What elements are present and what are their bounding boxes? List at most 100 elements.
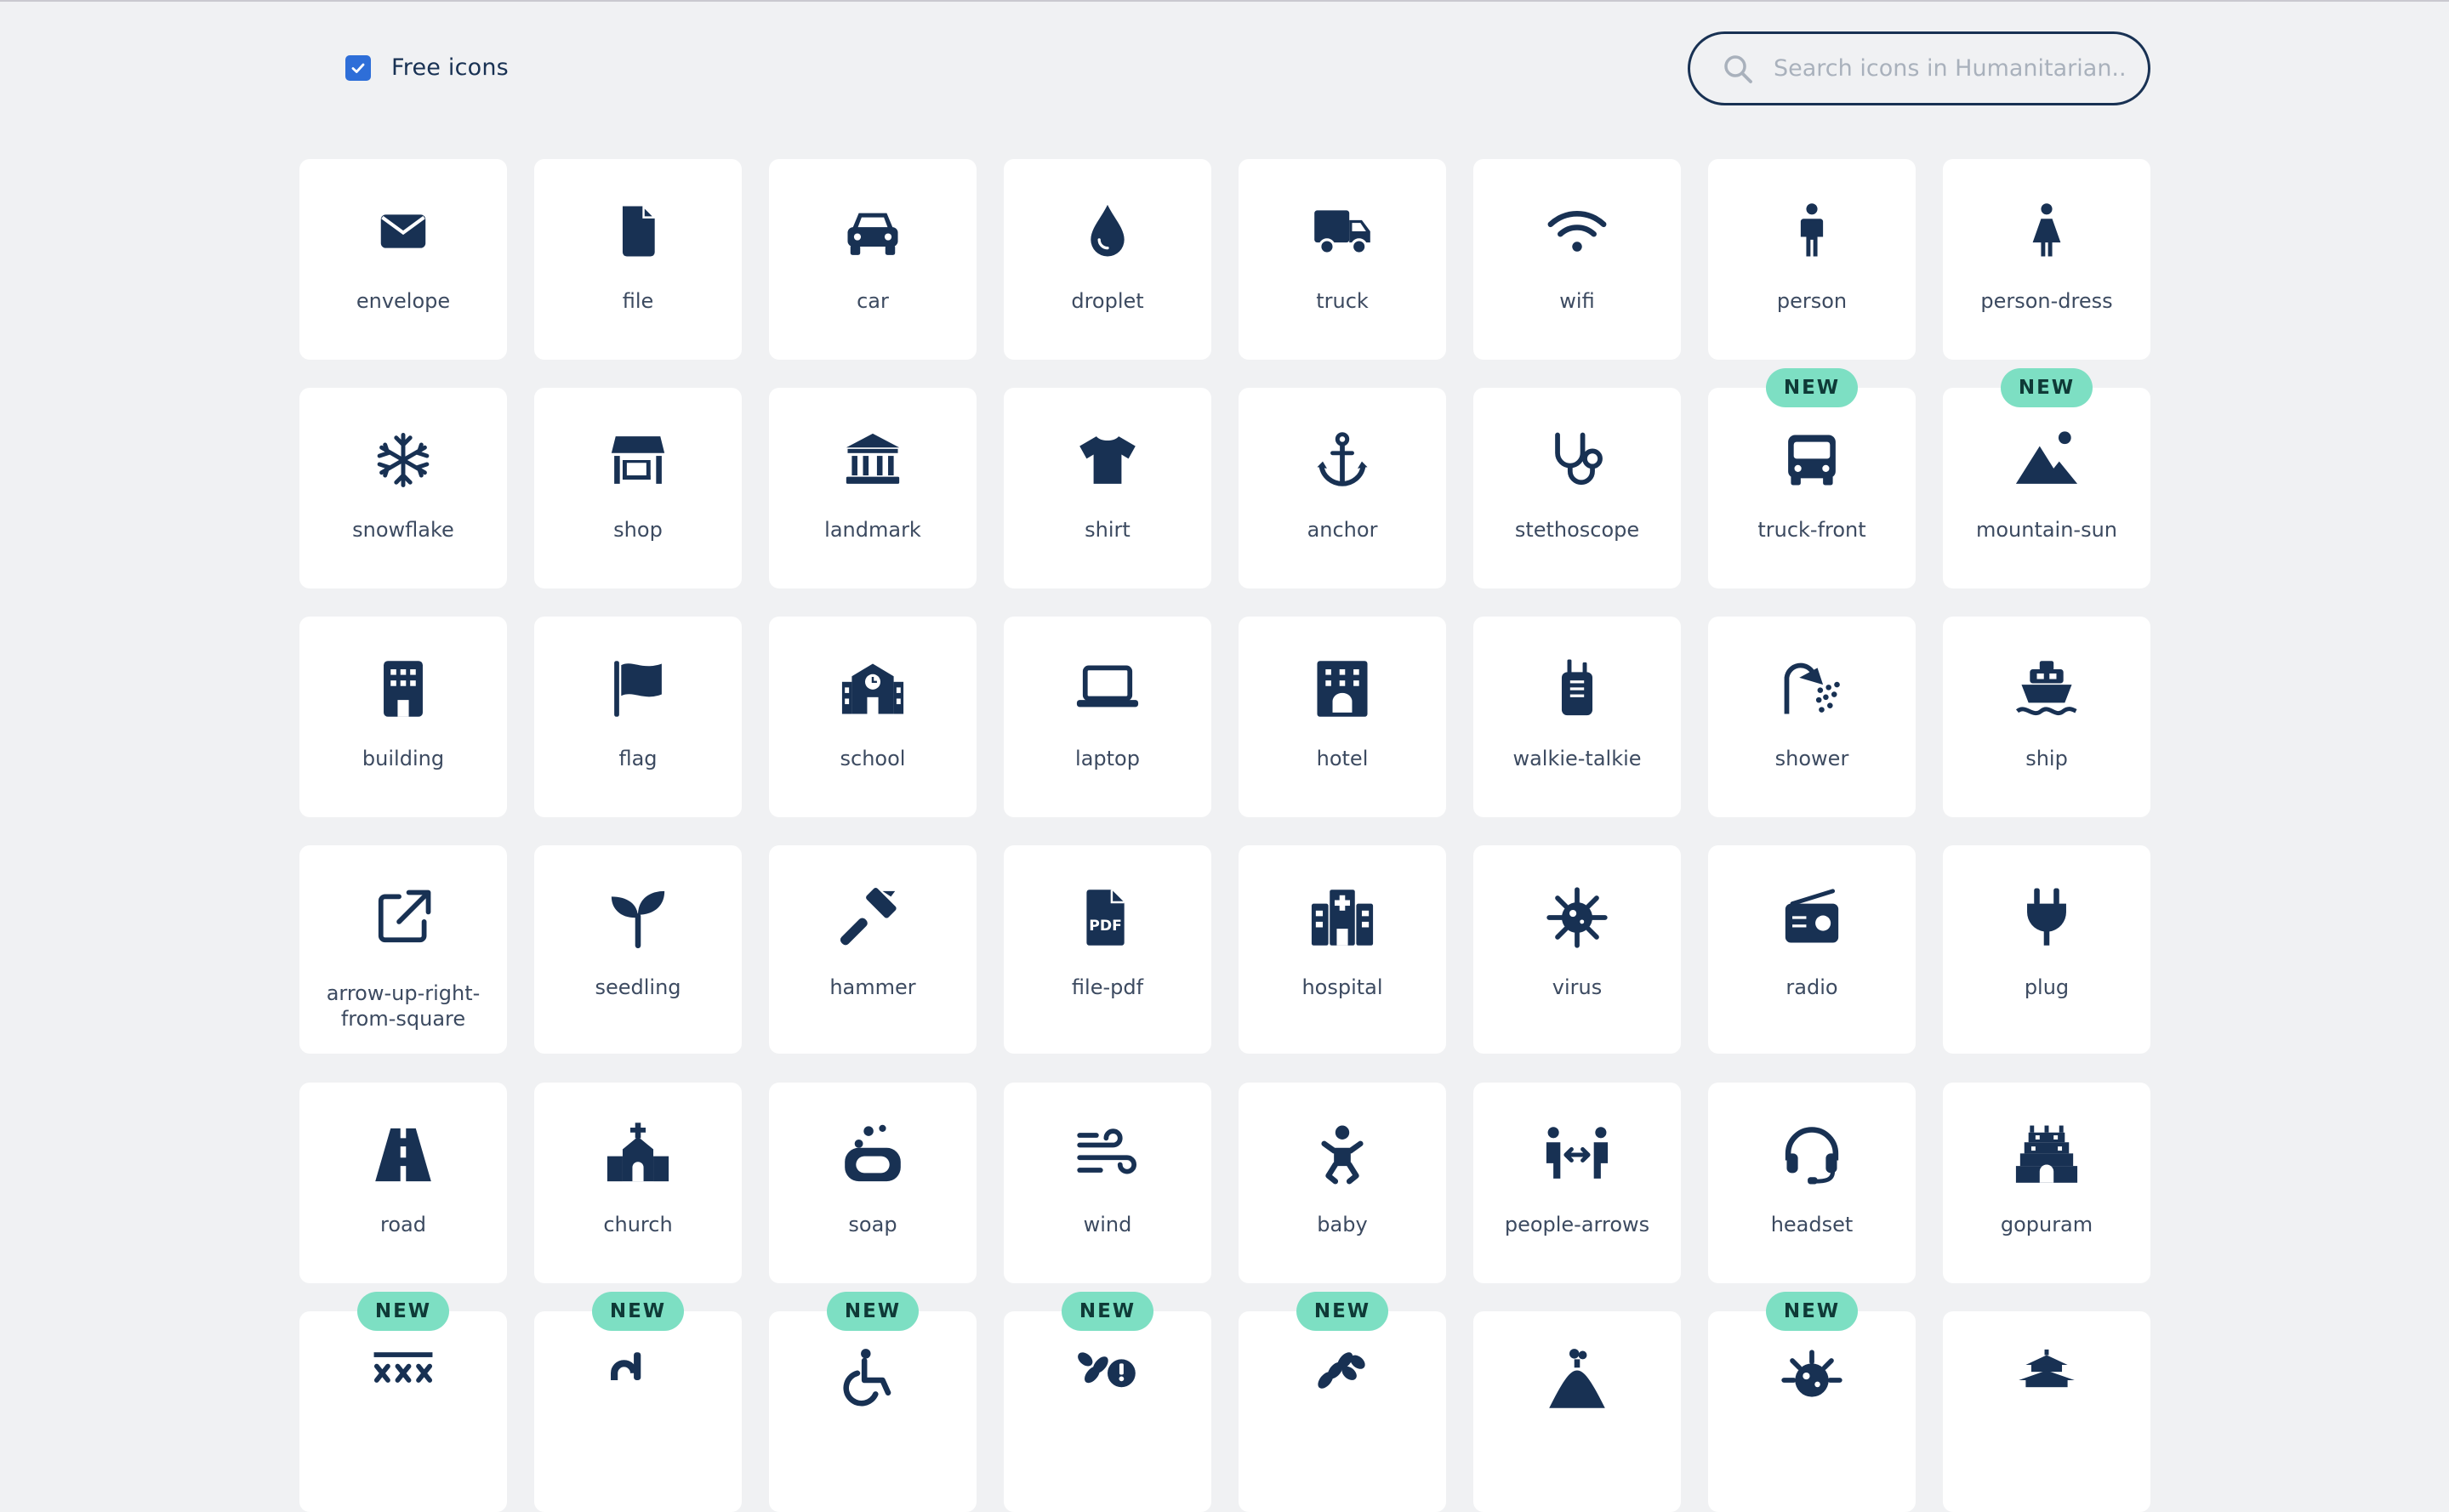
icon-tile-school[interactable]: school xyxy=(769,617,977,817)
icon-tile-person-dress[interactable]: person-dress xyxy=(1943,159,2150,360)
icon-tile-wheat-awn[interactable] xyxy=(1239,1311,1446,1512)
icon-tile-walkie-talkie[interactable]: walkie-talkie xyxy=(1473,617,1681,817)
icon-tile-truck[interactable]: truck xyxy=(1239,159,1446,360)
icon-tile-person-wheelchair[interactable] xyxy=(769,1311,977,1512)
landmark-icon xyxy=(769,425,977,495)
icon-tile-gopuram[interactable]: gopuram xyxy=(1943,1083,2150,1283)
icon-tile-shop[interactable]: shop xyxy=(534,388,742,588)
droplet-icon xyxy=(1004,196,1211,266)
new-badge: NEW xyxy=(1766,1292,1858,1331)
icon-tile-wheat-awn-exclamation[interactable] xyxy=(1004,1311,1211,1512)
shirt-icon xyxy=(1004,425,1211,495)
icon-tile-wifi[interactable]: wifi xyxy=(1473,159,1681,360)
icon-tile-wind[interactable]: wind xyxy=(1004,1083,1211,1283)
building-icon xyxy=(299,654,507,724)
icon-label: mountain-sun xyxy=(1975,518,2118,542)
icon-tile-anchor[interactable]: anchor xyxy=(1239,388,1446,588)
icon-label: truck xyxy=(1316,289,1369,313)
icon-label: walkie-talkie xyxy=(1512,747,1642,770)
icon-tile-hammer[interactable]: hammer xyxy=(769,845,977,1054)
icon-tile-envelope[interactable]: envelope xyxy=(299,159,507,360)
wifi-icon xyxy=(1473,196,1681,266)
icon-label: soap xyxy=(848,1213,897,1236)
icon-tile-seedling[interactable]: seedling xyxy=(534,845,742,1054)
icon-label: person xyxy=(1776,289,1848,313)
icon-tile-people-arrows[interactable]: people-arrows xyxy=(1473,1083,1681,1283)
file-icon xyxy=(534,196,742,266)
icon-grid: envelope file car droplet truck wifi person per… xyxy=(0,0,2449,1512)
icon-label: people-arrows xyxy=(1504,1213,1650,1236)
virus-icon xyxy=(1473,883,1681,952)
icon-tile-plug[interactable]: plug xyxy=(1943,845,2150,1054)
icon-label: shower xyxy=(1774,747,1849,770)
mound-icon xyxy=(1473,1345,1681,1415)
icon-tile-car[interactable]: car xyxy=(769,159,977,360)
icon-tile-laptop[interactable]: laptop xyxy=(1004,617,1211,817)
icon-tile-flag[interactable]: flag xyxy=(534,617,742,817)
icon-tile-file[interactable]: file xyxy=(534,159,742,360)
new-badge: NEW xyxy=(1062,1292,1153,1331)
wheat-awn-exclamation-icon xyxy=(1004,1345,1211,1415)
ship-icon xyxy=(1943,654,2150,724)
truck-icon xyxy=(1239,196,1446,266)
icon-tile-virus[interactable]: virus xyxy=(1473,845,1681,1054)
icon-tile-road[interactable]: road xyxy=(299,1083,507,1283)
person-icon xyxy=(1708,196,1916,266)
icon-label: laptop xyxy=(1075,747,1140,770)
icon-tile-virus-covid[interactable] xyxy=(1708,1311,1916,1512)
icon-label: virus xyxy=(1552,975,1603,999)
icon-tile-mountain-sun[interactable]: mountain-sun xyxy=(1943,388,2150,588)
laptop-icon xyxy=(1004,654,1211,724)
icon-tile-soap[interactable]: soap xyxy=(769,1083,977,1283)
icon-tile-shirt[interactable]: shirt xyxy=(1004,388,1211,588)
arrow-up-right-from-square-icon xyxy=(299,883,507,952)
person-dress-icon xyxy=(1943,196,2150,266)
anchor-icon xyxy=(1239,425,1446,495)
icon-label: seedling xyxy=(595,975,681,999)
icon-tile-baby[interactable]: baby xyxy=(1239,1083,1446,1283)
icon-label: car xyxy=(857,289,889,313)
icon-tile-radio[interactable]: radio xyxy=(1708,845,1916,1054)
icon-label: stethoscope xyxy=(1514,518,1640,542)
baby-icon xyxy=(1239,1120,1446,1190)
icon-tile-truck-front[interactable]: truck-front xyxy=(1708,388,1916,588)
icon-tile-headset[interactable]: headset xyxy=(1708,1083,1916,1283)
mountain-sun-icon xyxy=(1943,425,2150,495)
icon-tile-stethoscope[interactable]: stethoscope xyxy=(1473,388,1681,588)
icon-tile-droplet[interactable]: droplet xyxy=(1004,159,1211,360)
icon-label: snowflake xyxy=(352,518,454,542)
icon-tile-snowflake[interactable]: snowflake xyxy=(299,388,507,588)
wheat-awn-icon xyxy=(1239,1345,1446,1415)
people-arrows-icon xyxy=(1473,1120,1681,1190)
icon-label: plug xyxy=(2024,975,2070,999)
icon-tile-faucet-drip[interactable] xyxy=(534,1311,742,1512)
icon-tile-mound[interactable] xyxy=(1473,1311,1681,1512)
icon-label: landmark xyxy=(824,518,921,542)
icon-tile-arrow-up-right-from-square[interactable]: arrow-up-right- from-square xyxy=(299,845,507,1054)
icon-tile-ship[interactable]: ship xyxy=(1943,617,2150,817)
icon-tile-person[interactable]: person xyxy=(1708,159,1916,360)
vihara-icon xyxy=(1943,1345,2150,1415)
icon-label: road xyxy=(380,1213,426,1236)
icon-tile-church[interactable]: church xyxy=(534,1083,742,1283)
icon-tile-road-barrier[interactable] xyxy=(299,1311,507,1512)
plug-icon xyxy=(1943,883,2150,952)
icon-tile-hotel[interactable]: hotel xyxy=(1239,617,1446,817)
icon-tile-hospital[interactable]: hospital xyxy=(1239,845,1446,1054)
icon-tile-shower[interactable]: shower xyxy=(1708,617,1916,817)
road-barrier-icon xyxy=(299,1345,507,1415)
icon-tile-building[interactable]: building xyxy=(299,617,507,817)
icon-label: person-dress xyxy=(1980,289,2113,313)
icon-label: headset xyxy=(1770,1213,1854,1236)
faucet-drip-icon xyxy=(534,1345,742,1415)
stethoscope-icon xyxy=(1473,425,1681,495)
new-badge: NEW xyxy=(357,1292,449,1331)
school-icon xyxy=(769,654,977,724)
svg-text:PDF: PDF xyxy=(1089,918,1122,935)
icon-label: truck-front xyxy=(1757,518,1866,542)
icon-tile-file-pdf[interactable]: PDF file-pdf xyxy=(1004,845,1211,1054)
car-icon xyxy=(769,196,977,266)
icon-tile-landmark[interactable]: landmark xyxy=(769,388,977,588)
icon-tile-vihara[interactable] xyxy=(1943,1311,2150,1512)
new-badge: NEW xyxy=(827,1292,919,1331)
